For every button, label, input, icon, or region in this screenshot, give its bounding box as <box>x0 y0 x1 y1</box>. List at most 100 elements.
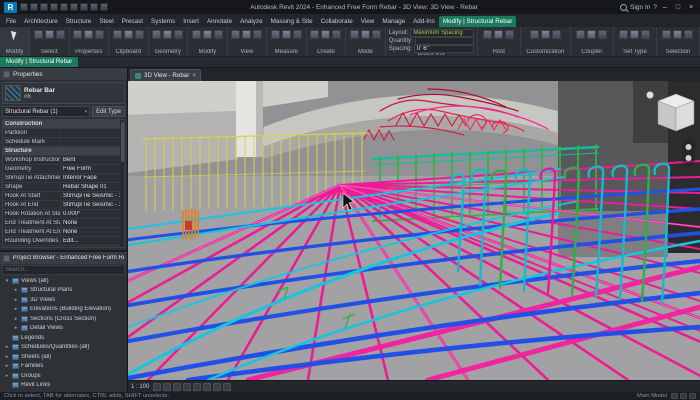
property-row[interactable]: Structure <box>3 147 124 156</box>
qa-icon-tag[interactable] <box>90 3 98 11</box>
quantity-input[interactable] <box>414 37 474 45</box>
property-row[interactable]: Hook At Start Stirrup/Tie Seismic - 135.… <box>3 192 124 201</box>
tree-expand-icon[interactable]: ▸ <box>13 306 19 312</box>
tree-expand-icon[interactable]: ▸ <box>4 373 10 379</box>
property-value[interactable]: Stirrup/Tie Seismic - 135... <box>61 202 124 208</box>
tool-icon[interactable] <box>84 30 94 39</box>
layout-dropdown[interactable]: Maximum Spacing <box>410 29 474 37</box>
tree-expand-icon[interactable]: ▸ <box>4 344 10 350</box>
project-browser-header[interactable]: Project Browser - Enhanced Free Form Reb… <box>0 252 127 264</box>
element-selector-dropdown[interactable]: Structural Rebar (1) ▾ <box>2 106 91 117</box>
qa-icon-save[interactable] <box>30 3 38 11</box>
ribbon-tab[interactable]: Modify | Structural Rebar <box>438 16 517 27</box>
ribbon-tab[interactable]: Steel <box>95 16 117 27</box>
tree-expand-icon[interactable]: ▸ <box>13 287 19 293</box>
tool-icon[interactable] <box>213 30 223 39</box>
tree-item[interactable]: ▸ Detail Views <box>0 324 127 334</box>
tool-icon[interactable] <box>270 30 280 39</box>
tool-icon[interactable] <box>529 30 539 39</box>
tool-icon[interactable] <box>540 30 550 39</box>
tree-expand-icon[interactable]: ▾ <box>4 278 10 284</box>
tool-icon[interactable] <box>174 30 184 39</box>
view-control-icon-sun-path[interactable] <box>173 382 182 391</box>
tree-item[interactable]: ▸ Schedules/Quantities (all) <box>0 343 127 353</box>
tool-icon[interactable] <box>360 30 370 39</box>
qa-icon-measure[interactable] <box>80 3 88 11</box>
qa-icon-sync[interactable] <box>40 3 48 11</box>
tool-icon[interactable] <box>134 30 144 39</box>
tool-icon[interactable] <box>619 30 629 39</box>
tree-item[interactable]: ▸ Families <box>0 362 127 372</box>
search-icon[interactable] <box>620 3 628 11</box>
edit-type-button[interactable]: Edit Type <box>92 106 125 117</box>
ribbon-tab[interactable]: View <box>357 16 379 27</box>
qa-icon-open[interactable] <box>20 3 28 11</box>
tree-item[interactable]: ▸ Groups <box>0 371 127 381</box>
property-value[interactable]: Stirrup/Tie Seismic - 135... <box>61 193 124 199</box>
modify-button[interactable]: Modify <box>0 27 30 56</box>
tool-icon[interactable] <box>123 30 133 39</box>
ribbon-tab[interactable]: Massing & Site <box>267 16 317 27</box>
tool-icon[interactable] <box>242 30 252 39</box>
ribbon-tab[interactable]: Structure <box>62 16 96 27</box>
tree-item[interactable]: Revit Links <box>0 381 127 391</box>
property-row[interactable]: Schedule Mark <box>3 138 124 147</box>
tool-icon[interactable] <box>73 30 83 39</box>
revit-logo-icon[interactable]: R <box>4 1 17 13</box>
tool-icon[interactable] <box>505 30 515 39</box>
status-icon-editable-only[interactable] <box>671 393 678 399</box>
help-icon[interactable]: ? <box>653 4 657 11</box>
tool-icon[interactable] <box>332 30 342 39</box>
property-row[interactable]: Rounding Overrides Edit... <box>3 237 124 246</box>
tool-icon[interactable] <box>310 30 320 39</box>
tree-item[interactable]: ▾ Views (all) <box>0 276 127 286</box>
account-label[interactable]: Sign In <box>630 4 650 11</box>
spacing-input[interactable]: 0' 6" <box>414 45 474 53</box>
tool-icon[interactable] <box>281 30 291 39</box>
ribbon-tab[interactable]: Precast <box>118 16 147 27</box>
property-row[interactable]: End Treatment At Start None <box>3 219 124 228</box>
ribbon-tab[interactable]: Architecture <box>20 16 62 27</box>
tree-item[interactable]: ▸ Structural Plans <box>0 286 127 296</box>
qa-icon-default-3d-view[interactable] <box>100 3 108 11</box>
ribbon-tab[interactable]: Annotate <box>203 16 236 27</box>
workset-selector[interactable]: Main Model <box>637 393 667 399</box>
property-row[interactable]: Shape Rebar Shape 01 <box>3 183 124 192</box>
view-control-icon-reveal-hidden[interactable] <box>223 382 232 391</box>
ribbon-tab[interactable]: Collaborate <box>317 16 357 27</box>
tool-icon[interactable] <box>684 30 694 39</box>
property-row[interactable]: Hook At End Stirrup/Tie Seismic - 135... <box>3 201 124 210</box>
tree-expand-icon[interactable]: ▸ <box>4 363 10 369</box>
tool-icon[interactable] <box>551 30 561 39</box>
view-tab-close-icon[interactable]: × <box>192 72 196 79</box>
tool-icon[interactable] <box>576 30 586 39</box>
tool-icon[interactable] <box>202 30 212 39</box>
ribbon-tab[interactable]: Manage <box>378 16 409 27</box>
tool-icon[interactable] <box>483 30 493 39</box>
model-canvas[interactable] <box>128 81 700 380</box>
tool-icon[interactable] <box>163 30 173 39</box>
property-row[interactable]: Hook Rotation At Start 0.000° <box>3 210 124 219</box>
properties-scrollbar[interactable] <box>120 120 124 247</box>
view-tab[interactable]: 3D View - Rebar × <box>130 69 202 81</box>
tool-icon[interactable] <box>321 30 331 39</box>
tool-icon[interactable] <box>95 30 105 39</box>
tool-icon[interactable] <box>112 30 122 39</box>
property-row[interactable]: Workshop Instructions Bent <box>3 156 124 165</box>
tool-icon[interactable] <box>152 30 162 39</box>
tool-icon[interactable] <box>494 30 504 39</box>
property-row[interactable]: Partition <box>3 129 124 138</box>
view-control-icon-temporary-hide[interactable] <box>213 382 222 391</box>
view-control-icon-crop-region[interactable] <box>203 382 212 391</box>
tool-icon[interactable] <box>349 30 359 39</box>
view-control-icon-crop-view[interactable] <box>193 382 202 391</box>
tree-item[interactable]: ▸ 3D Views <box>0 295 127 305</box>
tree-expand-icon[interactable]: ▸ <box>13 316 19 322</box>
ribbon-tab[interactable]: Systems <box>147 16 179 27</box>
view-control-icon-visual-style[interactable] <box>163 382 172 391</box>
tool-icon[interactable] <box>33 30 43 39</box>
tree-expand-icon[interactable]: ▸ <box>4 354 10 360</box>
tool-icon[interactable] <box>44 30 54 39</box>
property-value[interactable]: Rebar Shape 01 <box>61 184 124 190</box>
tool-icon[interactable] <box>253 30 263 39</box>
